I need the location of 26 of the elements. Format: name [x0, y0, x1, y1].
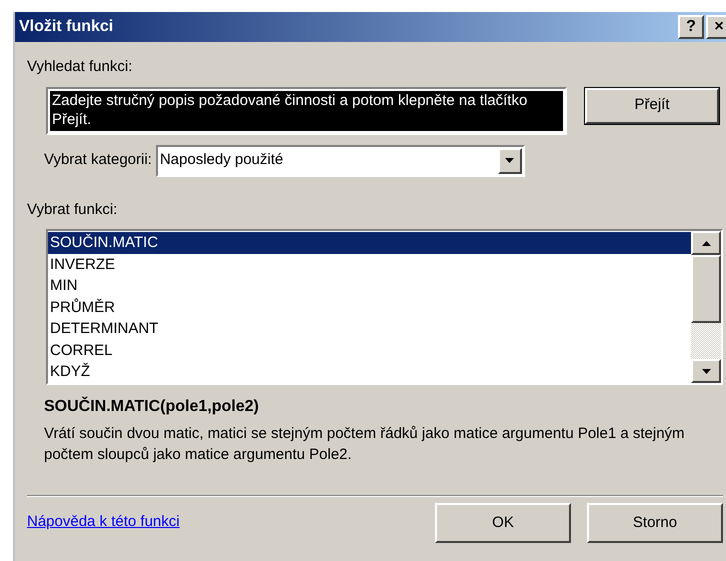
scroll-down-icon: [702, 368, 710, 374]
function-item[interactable]: DETERMINANT: [48, 318, 691, 340]
function-list[interactable]: SOUČIN.MATIC INVERZE MIN PRŮMĚR DETERMINANT CORREL KDYŽ: [46, 229, 723, 385]
function-item[interactable]: KDYŽ: [48, 361, 691, 382]
function-list-label: Vybrat funkci:: [27, 200, 118, 220]
help-button[interactable]: ?: [678, 15, 704, 39]
go-button[interactable]: Přejít: [585, 88, 719, 124]
function-item[interactable]: PRŮMĚR: [48, 296, 691, 318]
search-field[interactable]: Zadejte stručný popis požadované činnosti a potom klepněte na tlačítko Přejít.: [46, 86, 567, 134]
search-label: Vyhledat funkci:: [27, 57, 134, 77]
function-item[interactable]: MIN: [48, 275, 691, 296]
function-description: Vrátí součin dvou matic, matici se stejným počtem řádků jako matice argumentu Pole1 a stejným počtem sloupců jako matice argumentu Pole2.: [43, 424, 686, 465]
function-signature: SOUČIN.MATIC(pole1,pole2): [43, 396, 260, 417]
scroll-up-icon: [702, 240, 710, 246]
category-dropdown[interactable]: Naposledy použité: [156, 144, 525, 176]
category-label: Vybrat kategorii:: [44, 150, 152, 170]
help-link[interactable]: Nápověda k této funkci: [27, 511, 180, 534]
close-button[interactable]: ×: [706, 15, 726, 39]
function-item[interactable]: INVERZE: [48, 254, 691, 275]
ok-button[interactable]: OK: [435, 503, 571, 543]
dropdown-arrow-icon: [505, 158, 514, 163]
window-title: Vložit funkci: [19, 17, 114, 37]
function-item[interactable]: SOUČIN.MATIC: [48, 232, 691, 254]
scrollbar[interactable]: [691, 231, 721, 383]
cancel-button[interactable]: Storno: [587, 503, 723, 543]
function-item[interactable]: CORREL: [48, 340, 691, 361]
